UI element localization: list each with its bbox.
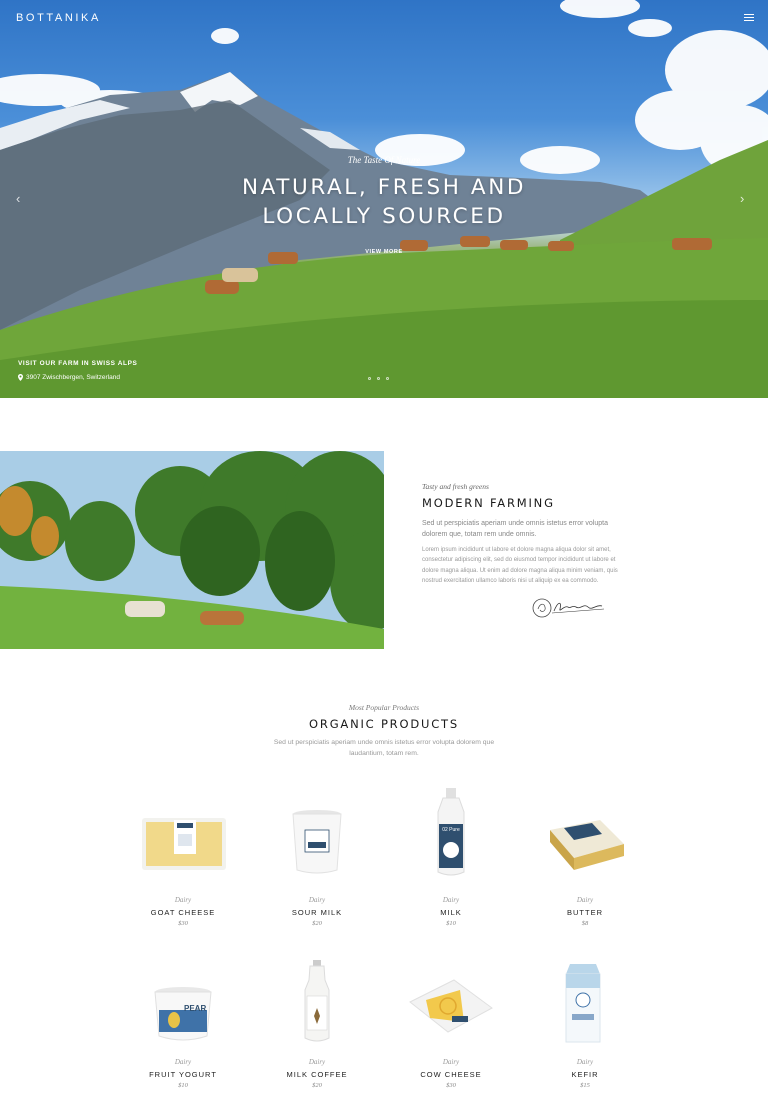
product-image-butter[interactable]	[530, 798, 640, 888]
product-name[interactable]: BUTTER	[530, 908, 640, 917]
product-category: Dairy	[576, 1058, 594, 1066]
product-category: Dairy	[308, 1058, 326, 1066]
product-image-milk[interactable]: 02 Pure	[396, 786, 506, 888]
product-image-cow-cheese[interactable]	[396, 960, 506, 1050]
menu-icon[interactable]	[744, 14, 754, 22]
chevron-right-icon[interactable]: ›	[740, 192, 750, 206]
yogurt-label: PEAR	[184, 1004, 207, 1013]
product-card[interactable]: Dairy COW CHEESE $30	[396, 960, 506, 1089]
product-card[interactable]: Dairy MILK COFFEE $20	[262, 956, 372, 1089]
product-price: $30	[446, 1082, 456, 1089]
product-price: $20	[312, 920, 322, 927]
product-name[interactable]: MILK COFFEE	[262, 1070, 372, 1079]
milk-label: 02 Pure	[442, 827, 460, 833]
product-image-milk-coffee[interactable]	[262, 956, 372, 1050]
product-card[interactable]: Dairy SOUR MILK $20	[262, 798, 372, 927]
chevron-left-icon[interactable]: ‹	[16, 192, 26, 206]
product-category: Dairy	[442, 1058, 460, 1066]
product-image-goat-cheese[interactable]	[128, 798, 238, 888]
farm-address-text: 3907 Zwischbergen, Switzerland	[26, 374, 120, 381]
product-image-fruit-yogurt[interactable]: PEAR	[128, 960, 238, 1050]
slider-dot[interactable]	[386, 377, 389, 380]
product-name[interactable]: MILK	[396, 908, 506, 917]
products-description: Sed ut perspiciatis aperiam unde omnis i…	[273, 739, 495, 757]
slider-dot[interactable]	[377, 377, 380, 380]
farm-address: 3907 Zwischbergen, Switzerland	[18, 374, 120, 381]
hero-title-line-1: NATURAL, FRESH AND	[241, 175, 527, 200]
product-card[interactable]: Dairy GOAT CHEESE $30	[128, 798, 238, 927]
farming-title: MODERN FARMING	[422, 496, 555, 510]
product-card[interactable]: Dairy BUTTER $8	[530, 798, 640, 927]
products-eyebrow: Most Popular Products	[348, 703, 420, 712]
product-card[interactable]: 02 Pure Dairy MILK $10	[396, 786, 506, 927]
product-name[interactable]: COW CHEESE	[396, 1070, 506, 1079]
product-price: $20	[312, 1082, 322, 1089]
product-image-kefir[interactable]	[530, 960, 640, 1050]
product-price: $8	[581, 920, 589, 927]
product-category: Dairy	[442, 896, 460, 904]
visit-farm-label: VISIT OUR FARM IN SWISS ALPS	[18, 360, 138, 367]
product-card[interactable]: Dairy KEFIR $15	[530, 960, 640, 1089]
product-name[interactable]: KEFIR	[530, 1070, 640, 1079]
product-name[interactable]: SOUR MILK	[262, 908, 372, 917]
product-price: $10	[178, 1082, 188, 1089]
slider-dot[interactable]	[368, 377, 371, 380]
product-name[interactable]: GOAT CHEESE	[128, 908, 238, 917]
product-card[interactable]: PEAR Dairy FRUIT YOGURT $10	[128, 960, 238, 1089]
product-category: Dairy	[308, 896, 326, 904]
product-category: Dairy	[174, 896, 192, 904]
product-image-sour-milk[interactable]	[262, 798, 372, 888]
product-category: Dairy	[576, 896, 594, 904]
farming-text-block: Tasty and fresh greens MODERN FARMING Se…	[422, 482, 618, 587]
hero-slider: BOTTANIKA The Taste Of Nature NATURAL, F…	[0, 0, 768, 398]
products-title: ORGANIC PRODUCTS	[309, 717, 459, 731]
farming-body-text: Lorem ipsum incididunt ut labore et dolo…	[422, 547, 618, 585]
brand-logo[interactable]: BOTTANIKA	[16, 12, 101, 24]
product-category: Dairy	[174, 1058, 192, 1066]
product-price: $30	[178, 920, 188, 927]
farm-meadow-illustration	[0, 451, 384, 649]
product-price: $10	[446, 920, 456, 927]
hero-subtitle: The Taste Of Nature	[347, 155, 421, 165]
farming-lead-text: Sed ut perspiciatis aperiam unde omnis i…	[422, 520, 608, 538]
signature-image	[532, 598, 605, 618]
location-pin-icon	[18, 374, 23, 381]
farming-eyebrow: Tasty and fresh greens	[422, 482, 489, 491]
hero-title: NATURAL, FRESH AND LOCALLY SOURCED	[0, 173, 768, 231]
view-more-button[interactable]: VIEW MORE	[360, 247, 408, 258]
product-name[interactable]: FRUIT YOGURT	[128, 1070, 238, 1079]
product-price: $15	[580, 1082, 590, 1089]
hero-title-line-2: LOCALLY SOURCED	[262, 204, 506, 229]
slider-pagination	[368, 377, 389, 380]
farming-image	[0, 451, 384, 649]
